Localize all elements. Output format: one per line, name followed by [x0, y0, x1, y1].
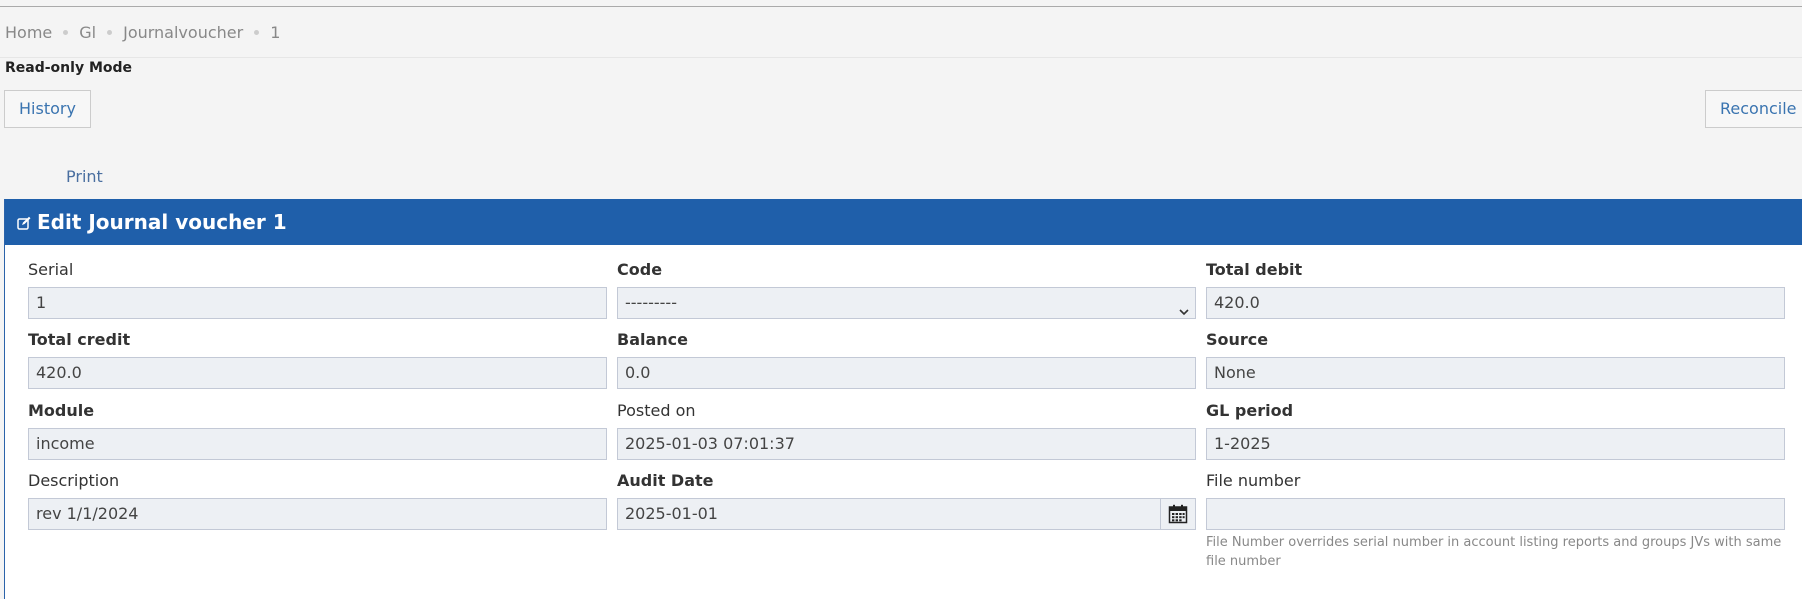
breadcrumb-separator	[254, 30, 260, 35]
file-number-input[interactable]	[1206, 498, 1785, 530]
edit-icon	[17, 215, 31, 230]
breadcrumb-gl[interactable]: Gl	[79, 23, 96, 42]
posted-on-field: Posted on 2025-01-03 07:01:37	[617, 400, 1196, 460]
gl-period-input[interactable]: 1-2025	[1206, 428, 1785, 460]
posted-on-label: Posted on	[617, 401, 696, 420]
edit-panel: Edit Journal voucher 1 Serial 1 Code ---…	[4, 199, 1802, 599]
audit-date-value: 2025-01-01	[625, 504, 718, 523]
total-debit-field: Total debit 420.0	[1206, 259, 1785, 319]
code-field: Code ---------	[617, 259, 1196, 319]
total-debit-label: Total debit	[1206, 260, 1303, 279]
total-credit-input[interactable]: 420.0	[28, 357, 607, 389]
history-button[interactable]: History	[4, 90, 91, 128]
panel-header: Edit Journal voucher 1	[5, 199, 1802, 245]
posted-on-input[interactable]: 2025-01-03 07:01:37	[617, 428, 1196, 460]
file-number-field: File number File Number overrides serial…	[1206, 470, 1785, 571]
file-number-help-text: File Number overrides serial number in a…	[1206, 535, 1782, 569]
balance-input[interactable]: 0.0	[617, 357, 1196, 389]
balance-field: Balance 0.0	[617, 329, 1196, 389]
breadcrumb-current: 1	[270, 23, 281, 42]
top-divider	[0, 6, 1802, 7]
gl-period-field: GL period 1-2025	[1206, 400, 1785, 460]
source-label: Source	[1206, 330, 1269, 349]
gl-period-label: GL period	[1206, 401, 1294, 420]
code-label: Code	[617, 260, 663, 279]
print-link[interactable]: Print	[66, 167, 103, 186]
panel-title: Edit Journal voucher 1	[37, 210, 287, 234]
source-field: Source None	[1206, 329, 1785, 389]
file-number-label: File number	[1206, 471, 1301, 490]
serial-label: Serial	[28, 260, 74, 279]
serial-field: Serial 1	[28, 259, 607, 319]
chevron-down-icon	[1179, 297, 1189, 316]
code-select[interactable]: ---------	[617, 287, 1196, 319]
module-field: Module income	[28, 400, 607, 460]
audit-date-input[interactable]: 2025-01-01	[617, 498, 1196, 530]
breadcrumb-home[interactable]: Home	[5, 23, 52, 42]
calendar-icon[interactable]	[1160, 499, 1195, 529]
breadcrumb-journalvoucher[interactable]: Journalvoucher	[123, 23, 243, 42]
serial-input[interactable]: 1	[28, 287, 607, 319]
breadcrumb-divider	[0, 57, 1802, 58]
breadcrumb-separator	[107, 30, 113, 35]
total-debit-input[interactable]: 420.0	[1206, 287, 1785, 319]
description-label: Description	[28, 471, 120, 490]
breadcrumb-separator	[63, 30, 69, 35]
total-credit-field: Total credit 420.0	[28, 329, 607, 389]
audit-date-field: Audit Date 2025-01-01	[617, 470, 1196, 530]
audit-date-label: Audit Date	[617, 471, 714, 490]
module-label: Module	[28, 401, 95, 420]
source-input[interactable]: None	[1206, 357, 1785, 389]
module-input[interactable]: income	[28, 428, 607, 460]
reconcile-button[interactable]: Reconcile	[1705, 90, 1802, 128]
description-field: Description rev 1/1/2024	[28, 470, 607, 530]
read-only-mode-label: Read-only Mode	[5, 60, 133, 76]
code-select-value: ---------	[625, 293, 677, 312]
balance-label: Balance	[617, 330, 688, 349]
breadcrumb: Home Gl Journalvoucher 1	[5, 23, 280, 42]
total-credit-label: Total credit	[28, 330, 131, 349]
description-input[interactable]: rev 1/1/2024	[28, 498, 607, 530]
